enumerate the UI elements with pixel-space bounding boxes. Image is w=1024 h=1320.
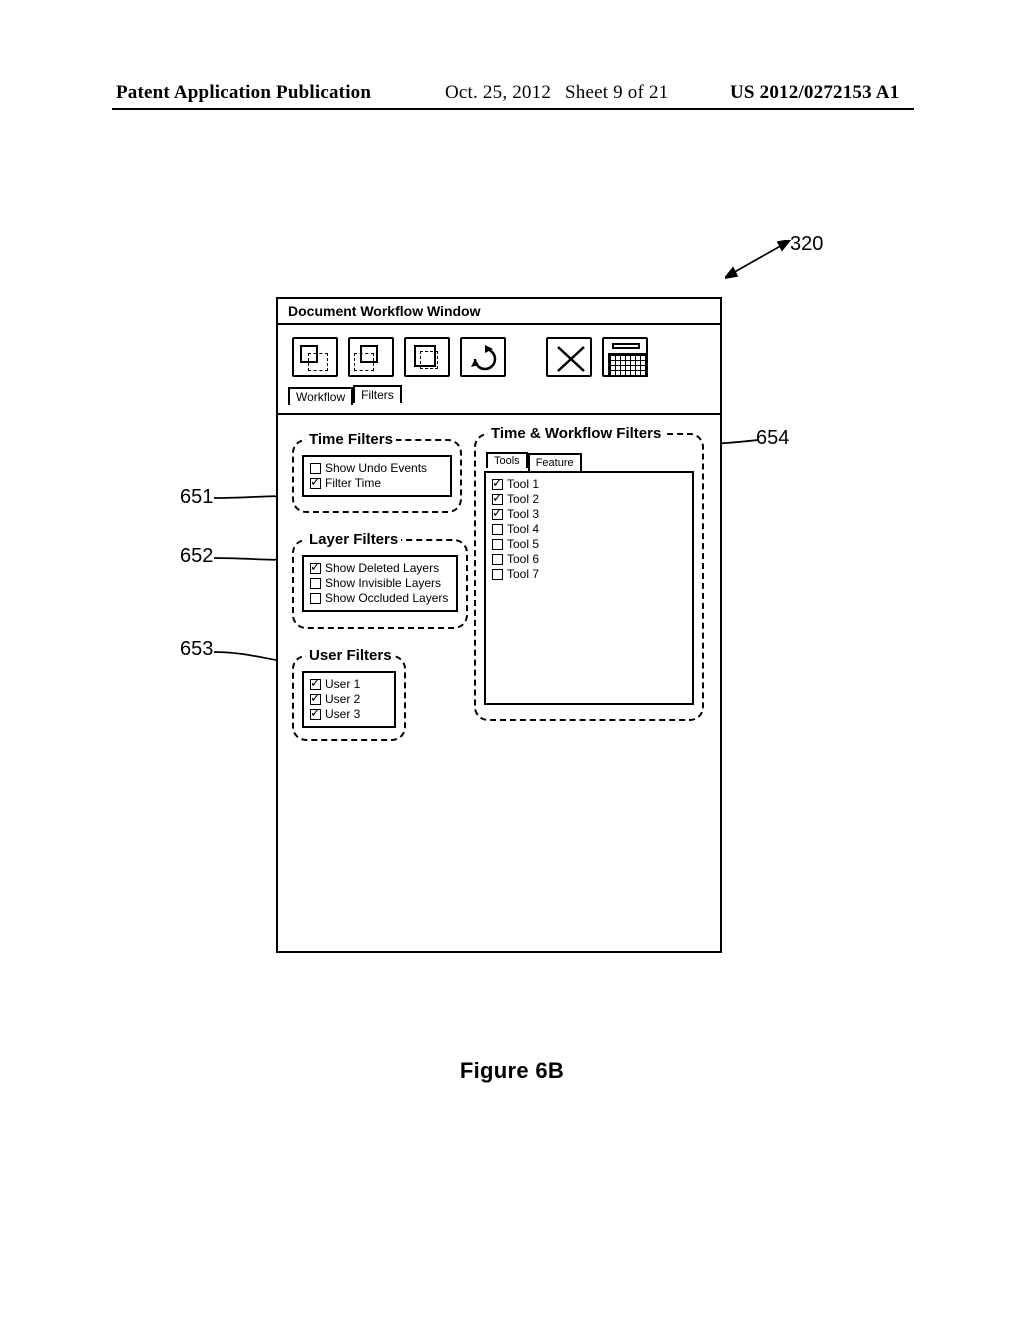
keyboard-icon: [612, 343, 640, 349]
layer-filters-box: Show Deleted Layers Show Invisible Layer…: [302, 555, 458, 612]
checkbox-icon[interactable]: [310, 478, 321, 489]
checkbox-icon[interactable]: [310, 593, 321, 604]
callout-652: 652: [180, 545, 213, 568]
checkbox-icon[interactable]: [310, 709, 321, 720]
keyboard-icon-grid: [608, 353, 648, 377]
time-filter-label: Filter Time: [325, 476, 381, 490]
window-title: Document Workflow Window: [278, 299, 720, 325]
twf-label: Tool 2: [507, 492, 539, 506]
twf-row[interactable]: Tool 4: [492, 522, 686, 537]
checkbox-icon[interactable]: [492, 479, 503, 490]
twf-tab-feature[interactable]: Feature: [528, 453, 582, 471]
user-filter-row[interactable]: User 3: [310, 707, 388, 722]
toolbar-btn-refresh[interactable]: [460, 337, 506, 377]
header-rule: [112, 108, 914, 110]
twf-row[interactable]: Tool 1: [492, 477, 686, 492]
user-filter-row[interactable]: User 1: [310, 677, 388, 692]
checkbox-icon[interactable]: [310, 679, 321, 690]
user-filter-label: User 3: [325, 707, 360, 721]
twf-row[interactable]: Tool 6: [492, 552, 686, 567]
toolbar-btn-3[interactable]: [404, 337, 450, 377]
layer-filter-row[interactable]: Show Occluded Layers: [310, 591, 450, 606]
twf-box: Tool 1 Tool 2 Tool 3 Tool 4 Tool 5 Tool …: [484, 471, 694, 705]
refresh-icon: [469, 343, 501, 375]
time-filter-row[interactable]: Filter Time: [310, 476, 444, 491]
checkbox-icon[interactable]: [310, 578, 321, 589]
toolbar-btn-1[interactable]: [292, 337, 338, 377]
time-filter-label: Show Undo Events: [325, 461, 427, 475]
toolbar: WorkflowFilters: [278, 327, 720, 415]
twf-label: Tool 7: [507, 567, 539, 581]
close-x-icon: [554, 343, 588, 375]
twf-title: Time & Workflow Filters: [488, 425, 664, 442]
checkbox-icon[interactable]: [310, 463, 321, 474]
user-filter-row[interactable]: User 2: [310, 692, 388, 707]
twf-label: Tool 4: [507, 522, 539, 536]
checkbox-icon[interactable]: [492, 494, 503, 505]
time-filters-title: Time Filters: [306, 431, 396, 448]
layer-filter-row[interactable]: Show Invisible Layers: [310, 576, 450, 591]
layer-filter-row[interactable]: Show Deleted Layers: [310, 561, 450, 576]
user-filter-label: User 1: [325, 677, 360, 691]
time-filters-box: Show Undo Events Filter Time: [302, 455, 452, 497]
header-publication: Patent Application Publication: [116, 82, 371, 104]
twf-row[interactable]: Tool 7: [492, 567, 686, 582]
layer-filters-group: Layer Filters Show Deleted Layers Show I…: [292, 539, 468, 629]
user-filters-box: User 1 User 2 User 3: [302, 671, 396, 728]
toolbar-btn-keyboard[interactable]: [602, 337, 648, 377]
twf-label: Tool 5: [507, 537, 539, 551]
time-filter-row[interactable]: Show Undo Events: [310, 461, 444, 476]
twf-tab-tools[interactable]: Tools: [486, 452, 528, 468]
layer-filter-label: Show Invisible Layers: [325, 576, 441, 590]
time-filters-group: Time Filters Show Undo Events Filter Tim…: [292, 439, 462, 513]
figure-caption: Figure 6B: [0, 1058, 1024, 1084]
workflow-window: Document Workflow Window: [276, 297, 722, 953]
main-tabstrip: WorkflowFilters: [288, 385, 402, 405]
header-date: Oct. 25, 2012: [445, 82, 551, 104]
twf-tabstrip: ToolsFeature: [486, 451, 696, 469]
checkbox-icon[interactable]: [492, 509, 503, 520]
checkbox-icon[interactable]: [310, 694, 321, 705]
header-sheet: Sheet 9 of 21: [565, 82, 668, 104]
toolbar-btn-close[interactable]: [546, 337, 592, 377]
time-workflow-filters-group: Time & Workflow Filters ToolsFeature Too…: [474, 433, 704, 721]
checkbox-icon[interactable]: [492, 569, 503, 580]
callout-654: 654: [756, 427, 789, 450]
twf-label: Tool 3: [507, 507, 539, 521]
user-filter-label: User 2: [325, 692, 360, 706]
header-docnum: US 2012/0272153 A1: [730, 82, 899, 104]
twf-row[interactable]: Tool 2: [492, 492, 686, 507]
twf-row[interactable]: Tool 5: [492, 537, 686, 552]
checkbox-icon[interactable]: [492, 554, 503, 565]
checkbox-icon[interactable]: [492, 539, 503, 550]
checkbox-icon[interactable]: [492, 524, 503, 535]
layer-filters-title: Layer Filters: [306, 531, 401, 548]
lead-320: [725, 240, 795, 280]
tab-filters[interactable]: Filters: [353, 385, 402, 403]
user-filters-title: User Filters: [306, 647, 395, 664]
callout-651: 651: [180, 486, 213, 509]
callout-653: 653: [180, 638, 213, 661]
callout-320: 320: [790, 233, 823, 256]
tab-workflow[interactable]: Workflow: [288, 387, 353, 405]
layer-filter-label: Show Deleted Layers: [325, 561, 439, 575]
twf-label: Tool 6: [507, 552, 539, 566]
twf-label: Tool 1: [507, 477, 539, 491]
toolbar-btn-2[interactable]: [348, 337, 394, 377]
user-filters-group: User Filters User 1 User 2 User 3: [292, 655, 406, 741]
page: Patent Application Publication Oct. 25, …: [0, 0, 1024, 1320]
layer-filter-label: Show Occluded Layers: [325, 591, 448, 605]
checkbox-icon[interactable]: [310, 563, 321, 574]
twf-row[interactable]: Tool 3: [492, 507, 686, 522]
